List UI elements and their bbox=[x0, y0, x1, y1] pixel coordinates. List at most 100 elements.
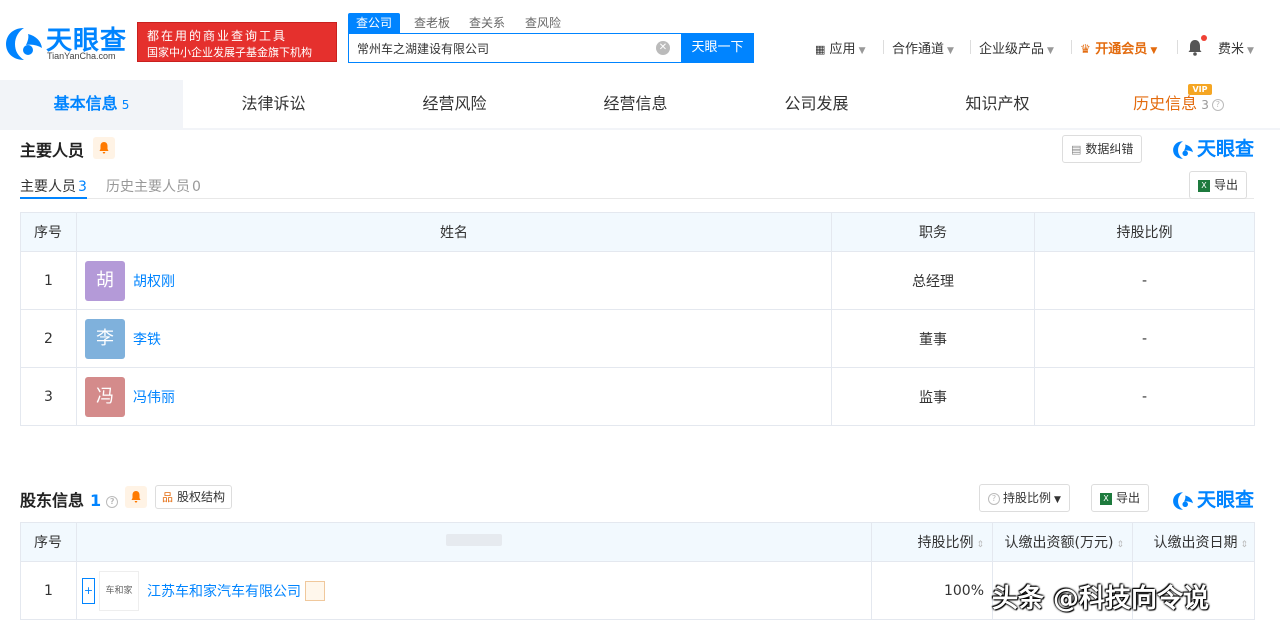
follow-bell-button[interactable] bbox=[93, 137, 115, 159]
col-header-shareholder bbox=[76, 522, 872, 562]
nav-user-label: 费米 bbox=[1218, 42, 1245, 57]
excel-icon: X bbox=[1100, 492, 1112, 505]
ratio-filter-label: 持股比例 bbox=[1003, 491, 1052, 505]
shareholder-ratio: 100% bbox=[871, 561, 993, 620]
subtab-current-personnel[interactable]: 主要人员 3 bbox=[20, 176, 87, 196]
search-tab-relation[interactable]: 查关系 bbox=[469, 13, 505, 33]
blurred-header-label bbox=[446, 534, 502, 546]
tab-ip[interactable]: 知识产权 bbox=[907, 80, 1088, 128]
search-tab-boss[interactable]: 查老板 bbox=[414, 13, 450, 33]
person-title: 董事 bbox=[831, 309, 1035, 368]
watermark-text: 头条 @科技向令说 bbox=[992, 584, 1210, 614]
nav-user[interactable]: 费米 ▼ bbox=[1218, 38, 1254, 57]
tianyancha-logo-icon bbox=[1173, 140, 1193, 159]
col-header-no: 序号 bbox=[20, 212, 77, 252]
tab-label: 法律诉讼 bbox=[241, 94, 306, 113]
subtab-active-underline bbox=[20, 197, 87, 199]
chevron-down-icon: ▼ bbox=[1247, 46, 1254, 56]
section-title-label: 股东信息 bbox=[20, 491, 85, 510]
chevron-down-icon: ▼ bbox=[1054, 495, 1061, 505]
person-cell: 胡胡权刚 bbox=[76, 251, 832, 310]
person-name-link[interactable]: 李铁 bbox=[133, 332, 161, 348]
chevron-down-icon: ▼ bbox=[1150, 46, 1158, 56]
clear-search-icon[interactable]: ✕ bbox=[656, 41, 670, 55]
company-name-link[interactable]: 江苏车和家汽车有限公司 bbox=[147, 584, 301, 600]
nav-enterprise-label: 企业级产品 bbox=[979, 42, 1045, 57]
subtab-count: 0 bbox=[192, 179, 201, 195]
col-header-capital[interactable]: 认缴出资额(万元) ⇕ bbox=[992, 522, 1133, 562]
person-cell: 冯冯伟丽 bbox=[76, 367, 832, 426]
tianyancha-logo-icon[interactable] bbox=[4, 26, 44, 62]
tab-label: 知识产权 bbox=[965, 94, 1030, 113]
table-row: 3 冯冯伟丽 监事 - bbox=[20, 367, 1255, 426]
nav-apps-label: 应用 bbox=[829, 42, 856, 57]
vip-badge: VIP bbox=[1188, 84, 1212, 95]
equity-structure-button[interactable]: 品股权结构 bbox=[155, 485, 233, 509]
person-name-link[interactable]: 冯伟丽 bbox=[133, 390, 175, 406]
export-personnel-button[interactable]: X 导出 bbox=[1189, 171, 1248, 199]
person-name-link[interactable]: 胡权刚 bbox=[133, 274, 175, 290]
tab-count: 3 bbox=[1201, 98, 1209, 112]
tab-label: 经营信息 bbox=[603, 94, 668, 113]
search-tab-risk[interactable]: 查风险 bbox=[525, 13, 561, 33]
avatar[interactable]: 李 bbox=[85, 318, 125, 359]
company-logo[interactable]: 车和家 bbox=[99, 570, 139, 611]
tab-label: 历史信息 bbox=[1133, 94, 1198, 113]
search-button[interactable]: 天眼一下 bbox=[681, 33, 754, 63]
data-correction-button[interactable]: ▤ 数据纠错 bbox=[1062, 135, 1143, 163]
nav-partner-label: 合作通道 bbox=[892, 42, 945, 57]
section-title-shareholders: 股东信息 1? bbox=[20, 487, 119, 511]
ratio-filter-dropdown[interactable]: ? 持股比例 ▼ bbox=[979, 484, 1070, 512]
expand-plus-icon[interactable]: + bbox=[82, 577, 95, 604]
nav-partner[interactable]: 合作通道 ▼ bbox=[892, 38, 954, 57]
subtab-history-personnel[interactable]: 历史主要人员 0 bbox=[106, 176, 201, 196]
person-ratio: - bbox=[1034, 309, 1255, 368]
col-header-no: 序号 bbox=[20, 522, 77, 562]
tab-operating-info[interactable]: 经营信息 bbox=[545, 80, 726, 128]
nav-apps[interactable]: ▦ 应用 ▼ bbox=[815, 38, 865, 57]
tab-label: 公司发展 bbox=[784, 94, 849, 113]
sort-icon: ⇕ bbox=[976, 540, 984, 550]
slogan-banner: 都在用的商业查询工具 国家中小企业发展子基金旗下机构 bbox=[137, 22, 337, 62]
col-header-date[interactable]: 认缴出资日期 ⇕ bbox=[1132, 522, 1255, 562]
tab-basic-info[interactable]: 基本信息 5 bbox=[0, 80, 183, 128]
table-row: 2 李李铁 董事 - bbox=[20, 309, 1255, 368]
follow-bell-button[interactable] bbox=[125, 486, 147, 508]
equity-structure-label: 股权结构 bbox=[177, 490, 226, 504]
chevron-down-icon: ▼ bbox=[947, 46, 954, 56]
search-box: ✕ bbox=[348, 33, 682, 63]
grid-icon: ▦ bbox=[815, 43, 826, 56]
excel-icon: X bbox=[1198, 179, 1210, 192]
export-shareholders-button[interactable]: X 导出 bbox=[1091, 484, 1150, 512]
tab-legal[interactable]: 法律诉讼 bbox=[183, 80, 364, 128]
table-row: 1 胡胡权刚 总经理 - bbox=[20, 251, 1255, 310]
avatar[interactable]: 胡 bbox=[85, 260, 125, 301]
subtab-label: 历史主要人员 bbox=[106, 179, 190, 195]
help-icon[interactable]: ? bbox=[106, 495, 119, 508]
subtab-divider bbox=[20, 198, 1254, 199]
subtab-count: 3 bbox=[78, 179, 87, 195]
notification-dot bbox=[1201, 35, 1207, 41]
equity-chart-icon[interactable] bbox=[305, 580, 325, 601]
nav-enterprise[interactable]: 企业级产品 ▼ bbox=[979, 38, 1054, 57]
nav-divider bbox=[1177, 40, 1178, 54]
tab-operating-risk[interactable]: 经营风险 bbox=[364, 80, 545, 128]
tab-development[interactable]: 公司发展 bbox=[726, 80, 907, 128]
search-tab-company[interactable]: 查公司 bbox=[348, 13, 401, 33]
help-icon[interactable]: ? bbox=[1211, 98, 1224, 111]
nav-divider bbox=[970, 40, 971, 54]
nav-vip[interactable]: ♛ 开通会员 ▼ bbox=[1080, 38, 1157, 57]
bell-icon[interactable] bbox=[1187, 39, 1203, 56]
col-header-title: 职务 bbox=[831, 212, 1035, 252]
avatar[interactable]: 冯 bbox=[85, 376, 125, 417]
tab-label: 经营风险 bbox=[422, 94, 487, 113]
chevron-down-icon: ▼ bbox=[858, 46, 866, 56]
slogan-line-1: 都在用的商业查询工具 bbox=[147, 29, 288, 43]
search-input[interactable] bbox=[349, 34, 649, 62]
brand-logo: 天眼查 bbox=[1172, 485, 1254, 512]
person-title: 监事 bbox=[831, 367, 1035, 426]
col-header-ratio[interactable]: 持股比例 ⇕ bbox=[871, 522, 993, 562]
shareholder-count: 1 bbox=[90, 491, 102, 510]
tab-label: 基本信息 bbox=[53, 94, 118, 113]
tab-history[interactable]: 历史信息 3? bbox=[1088, 80, 1269, 128]
